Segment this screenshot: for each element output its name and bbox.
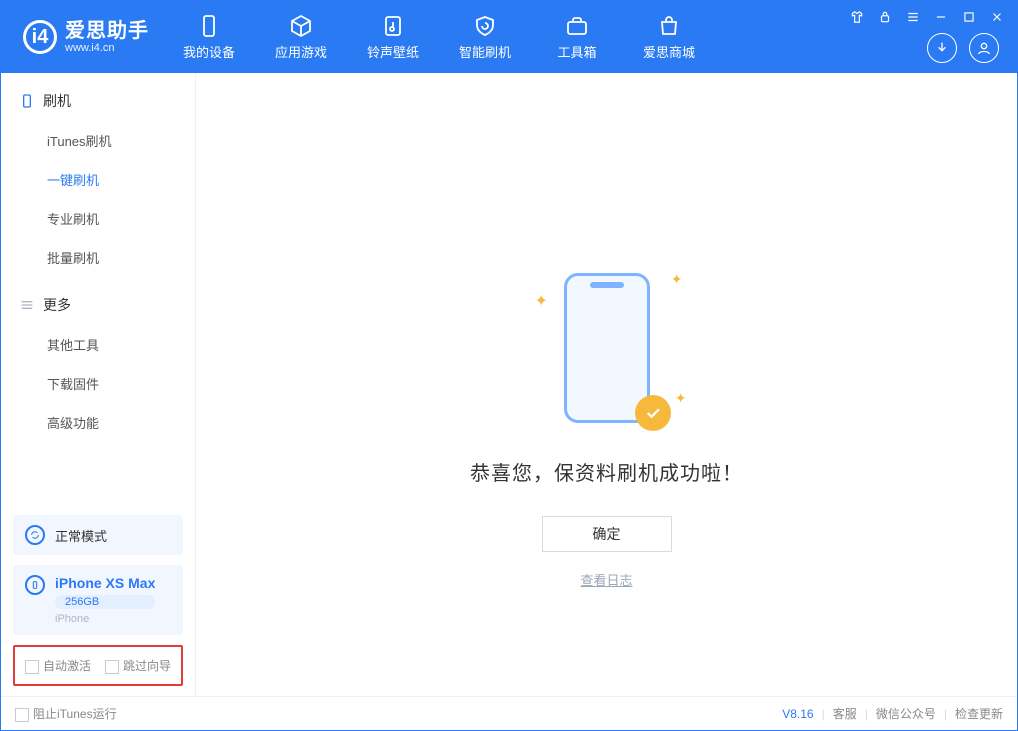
check-badge-icon: [635, 395, 671, 431]
device-name: iPhone XS Max: [55, 575, 155, 591]
tab-label: 智能刷机: [459, 42, 511, 61]
header: i4 爱思助手 www.i4.cn 我的设备 应用游戏 铃声壁纸 智能刷机: [1, 1, 1017, 73]
tab-store[interactable]: 爱思商城: [623, 1, 715, 73]
minimize-icon[interactable]: [931, 7, 951, 27]
options-row: 自动激活 跳过向导: [13, 645, 183, 686]
sidebar-group-more: 更多: [1, 277, 195, 325]
download-button[interactable]: [927, 33, 957, 63]
sparkle-icon: ✦: [675, 390, 687, 407]
checkbox-skip-guide[interactable]: 跳过向导: [105, 657, 171, 674]
tab-toolbox[interactable]: 工具箱: [531, 1, 623, 73]
checkbox-block-itunes[interactable]: 阻止iTunes运行: [15, 705, 117, 722]
check-update-link[interactable]: 检查更新: [955, 705, 1003, 722]
tab-label: 铃声壁纸: [367, 42, 419, 61]
sparkle-icon: ✦: [671, 271, 683, 288]
success-illustration: ✦ ✦ ✦: [537, 273, 677, 433]
wechat-link[interactable]: 微信公众号: [876, 705, 936, 722]
app-domain: www.i4.cn: [65, 42, 149, 54]
device-type: iPhone: [55, 613, 155, 625]
device-card[interactable]: iPhone XS Max 256GB iPhone: [13, 565, 183, 635]
menu-icon[interactable]: [903, 7, 923, 27]
sidebar-item-batch-flash[interactable]: 批量刷机: [1, 238, 195, 277]
shield-refresh-icon: [473, 14, 497, 38]
sidebar-item-pro-flash[interactable]: 专业刷机: [1, 199, 195, 238]
music-file-icon: [381, 14, 405, 38]
mode-label: 正常模式: [55, 526, 107, 545]
tab-smart-flash[interactable]: 智能刷机: [439, 1, 531, 73]
phone-icon: [19, 93, 35, 109]
tab-label: 爱思商城: [643, 42, 695, 61]
sparkle-icon: ✦: [535, 291, 548, 311]
titlebar-controls: [847, 7, 1007, 27]
maximize-icon[interactable]: [959, 7, 979, 27]
sidebar-group-label: 更多: [43, 295, 71, 315]
sidebar: 刷机 iTunes刷机 一键刷机 专业刷机 批量刷机 更多 其他工具 下载固件 …: [1, 73, 196, 696]
device-icon: [197, 14, 221, 38]
version-label: V8.16: [782, 707, 813, 721]
menu-lines-icon: [19, 297, 35, 313]
sidebar-item-advanced[interactable]: 高级功能: [1, 403, 195, 442]
device-small-icon: [25, 575, 45, 595]
checkbox-auto-activate[interactable]: 自动激活: [25, 657, 91, 674]
close-icon[interactable]: [987, 7, 1007, 27]
mode-card[interactable]: 正常模式: [13, 515, 183, 555]
logo: i4 爱思助手 www.i4.cn: [1, 20, 163, 54]
tab-apps-games[interactable]: 应用游戏: [255, 1, 347, 73]
logo-icon: i4: [23, 20, 57, 54]
tab-ringtones-wallpapers[interactable]: 铃声壁纸: [347, 1, 439, 73]
shirt-icon[interactable]: [847, 7, 867, 27]
nav-tabs: 我的设备 应用游戏 铃声壁纸 智能刷机 工具箱 爱思商城: [163, 1, 715, 73]
header-right-buttons: [927, 33, 999, 63]
footer-left: 阻止iTunes运行: [15, 705, 117, 722]
cube-icon: [289, 14, 313, 38]
sidebar-item-other-tools[interactable]: 其他工具: [1, 325, 195, 364]
tab-my-device[interactable]: 我的设备: [163, 1, 255, 73]
success-title: 恭喜您，保资料刷机成功啦！: [470, 457, 743, 486]
tab-label: 工具箱: [557, 42, 596, 61]
ok-button[interactable]: 确定: [542, 516, 672, 552]
user-button[interactable]: [969, 33, 999, 63]
app-window: i4 爱思助手 www.i4.cn 我的设备 应用游戏 铃声壁纸 智能刷机: [0, 0, 1018, 731]
sidebar-group-flash: 刷机: [1, 73, 195, 121]
main-content: ✦ ✦ ✦ 恭喜您，保资料刷机成功啦！ 确定 查看日志: [196, 73, 1017, 696]
tab-label: 我的设备: [183, 42, 235, 61]
body: 刷机 iTunes刷机 一键刷机 专业刷机 批量刷机 更多 其他工具 下载固件 …: [1, 73, 1017, 696]
lock-icon[interactable]: [875, 7, 895, 27]
refresh-icon: [25, 525, 45, 545]
sidebar-bottom: 正常模式 iPhone XS Max 256GB iPhone 自动激活 跳过向…: [1, 515, 195, 696]
sidebar-item-itunes-flash[interactable]: iTunes刷机: [1, 121, 195, 160]
sidebar-group-label: 刷机: [43, 91, 71, 111]
support-link[interactable]: 客服: [833, 705, 857, 722]
footer: 阻止iTunes运行 V8.16 | 客服 | 微信公众号 | 检查更新: [1, 696, 1017, 730]
tab-label: 应用游戏: [275, 42, 327, 61]
sidebar-item-download-firmware[interactable]: 下载固件: [1, 364, 195, 403]
bag-icon: [657, 14, 681, 38]
footer-right: V8.16 | 客服 | 微信公众号 | 检查更新: [782, 705, 1003, 722]
logo-text: 爱思助手 www.i4.cn: [65, 20, 149, 54]
phone-outline-icon: [564, 273, 650, 423]
device-storage: 256GB: [55, 595, 155, 609]
sidebar-item-oneclick-flash[interactable]: 一键刷机: [1, 160, 195, 199]
toolbox-icon: [565, 14, 589, 38]
view-log-link[interactable]: 查看日志: [580, 570, 632, 589]
app-name: 爱思助手: [65, 20, 149, 42]
